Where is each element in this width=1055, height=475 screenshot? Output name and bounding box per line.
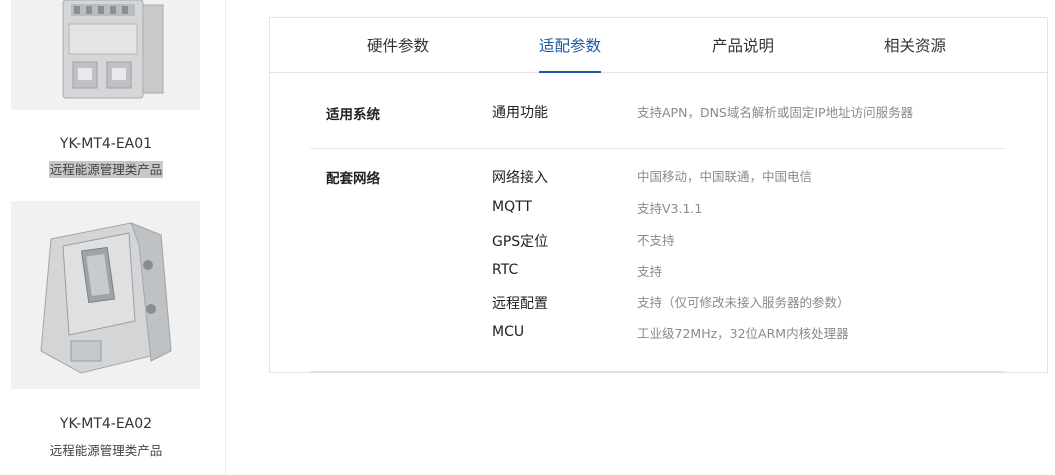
- product-name-2[interactable]: YK-MT4-EA02: [0, 416, 212, 432]
- product-category-2[interactable]: 远程能源管理类产品: [0, 440, 212, 459]
- spec-value-remote-config: 支持（仅可修改未接入服务器的参数）: [637, 295, 850, 310]
- spec-value-rtc: 支持: [637, 264, 663, 279]
- product-category-2-label: 远程能源管理类产品: [49, 443, 163, 458]
- product-name-1[interactable]: YK-MT4-EA01: [0, 136, 212, 152]
- table-bottom-border: [310, 371, 1005, 372]
- tab-related-resources[interactable]: 相关资源: [884, 18, 946, 72]
- section-label-network: 配套网络: [326, 171, 380, 187]
- tab-adaptation-params[interactable]: 适配参数: [539, 18, 602, 73]
- spec-value-network-access: 中国移动，中国联通，中国电信: [637, 169, 813, 184]
- spec-value-gps: 不支持: [637, 233, 675, 248]
- spec-key-mqtt: MQTT: [492, 199, 532, 215]
- spec-key-general-function: 通用功能: [492, 105, 548, 121]
- spec-panel: 硬件参数 适配参数 产品说明 相关资源 适用系统 通用功能 支持APN，DNS域…: [269, 17, 1048, 373]
- product-category-1-label: 远程能源管理类产品: [48, 161, 164, 178]
- spec-value-general-function: 支持APN，DNS域名解析或固定IP地址访问服务器: [637, 105, 914, 120]
- energy-meter-device-image: [11, 0, 200, 110]
- product-sidebar: YK-MT4-EA01 远程能源管理类产品 YK-MT4-EA02 远程能源管理…: [0, 0, 226, 475]
- spec-key-gps: GPS定位: [492, 234, 549, 250]
- energy-meter-device-image: [11, 201, 200, 389]
- spec-key-rtc: RTC: [492, 262, 519, 278]
- tab-product-description[interactable]: 产品说明: [712, 18, 774, 72]
- section-divider: [310, 148, 1005, 149]
- spec-tabs: 硬件参数 适配参数 产品说明 相关资源: [270, 18, 1047, 73]
- tab-hardware-params[interactable]: 硬件参数: [367, 18, 429, 72]
- spec-key-remote-config: 远程配置: [492, 296, 548, 312]
- product-image-2[interactable]: [11, 201, 200, 389]
- product-image-1[interactable]: [11, 0, 200, 110]
- spec-value-mcu: 工业级72MHz，32位ARM内核处理器: [637, 326, 849, 341]
- spec-key-mcu: MCU: [492, 324, 525, 340]
- section-label-applicable-system: 适用系统: [326, 107, 380, 123]
- spec-key-network-access: 网络接入: [492, 170, 548, 186]
- product-category-1[interactable]: 远程能源管理类产品: [0, 159, 212, 178]
- spec-value-mqtt: 支持V3.1.1: [637, 201, 703, 216]
